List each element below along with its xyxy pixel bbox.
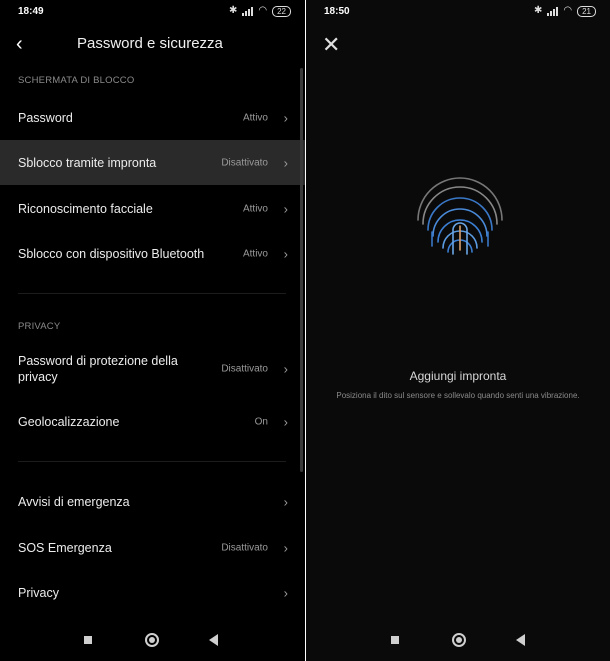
wifi-icon: ◠ (258, 5, 268, 16)
home-icon[interactable] (452, 633, 466, 647)
home-icon[interactable] (145, 633, 159, 647)
row-face-recognition[interactable]: Riconoscimento facciale Attivo › (0, 187, 305, 231)
row-password[interactable]: Password Attivo › (0, 96, 305, 140)
bluetooth-icon: ✱ (228, 5, 238, 16)
signal-icon (547, 6, 559, 16)
add-fingerprint-instructions: Posiziona il dito sul sensore e solleval… (336, 391, 580, 400)
chevron-right-icon: › (283, 155, 288, 170)
add-fingerprint-title: Aggiungi impronta (409, 369, 507, 383)
chevron-right-icon: › (283, 540, 288, 556)
row-value: Disattivato (221, 542, 268, 554)
navigation-bar (306, 625, 610, 661)
section-label-lock-screen: SCHERMATA DI BLOCCO (18, 75, 135, 86)
row-label: Riconoscimento facciale (18, 202, 153, 216)
row-label: Sblocco con dispositivo Bluetooth (18, 247, 205, 261)
close-icon[interactable]: ✕ (322, 32, 340, 58)
chevron-right-icon: › (283, 585, 288, 601)
row-fingerprint-unlock[interactable]: Sblocco tramite impronta Disattivato › (0, 140, 305, 185)
chevron-right-icon: › (283, 361, 288, 377)
back-icon[interactable]: ‹ (16, 33, 23, 56)
back-nav-icon[interactable] (516, 634, 525, 646)
fingerprint-icon (417, 177, 503, 255)
settings-screen: 18:49 ✱ ◠ 22 ‹ Password e sicurezza SCHE… (0, 0, 305, 661)
row-label: Geolocalizzazione (18, 415, 120, 429)
row-sos-emergency[interactable]: SOS Emergenza Disattivato › (0, 526, 305, 570)
row-label: Sblocco tramite impronta (18, 155, 157, 170)
row-label: Avvisi di emergenza (18, 495, 130, 509)
row-privacy-password[interactable]: Password di protezione della privacy Dis… (0, 346, 305, 392)
wifi-icon: ◠ (563, 5, 573, 16)
divider (18, 461, 286, 462)
chevron-right-icon: › (283, 110, 288, 126)
add-fingerprint-screen: 18:50 ✱ ◠ 21 ✕ Aggiungi impronta Posizio… (306, 0, 610, 661)
row-privacy[interactable]: Privacy › (0, 571, 305, 615)
divider (18, 293, 286, 294)
chevron-right-icon: › (283, 494, 288, 510)
row-emergency-alerts[interactable]: Avvisi di emergenza › (0, 480, 305, 524)
battery-indicator: 21 (577, 5, 596, 17)
row-value: Disattivato (221, 157, 268, 168)
row-value: Disattivato (221, 363, 268, 375)
battery-indicator: 22 (272, 5, 291, 17)
chevron-right-icon: › (283, 246, 288, 262)
status-bar: 18:50 ✱ ◠ 21 (306, 0, 610, 24)
row-label: Privacy (18, 586, 59, 600)
recents-icon[interactable] (84, 636, 92, 644)
navigation-bar (0, 625, 305, 661)
section-label-privacy: PRIVACY (18, 321, 61, 332)
scrollbar[interactable] (300, 68, 303, 472)
row-value: Attivo (242, 203, 268, 215)
row-value: On (254, 416, 268, 428)
back-nav-icon[interactable] (209, 634, 218, 646)
status-time: 18:50 (324, 6, 350, 17)
status-bar: 18:49 ✱ ◠ 22 (0, 0, 305, 24)
row-label: Password (18, 111, 73, 125)
bluetooth-icon: ✱ (533, 5, 543, 16)
row-geolocation[interactable]: Geolocalizzazione On › (0, 400, 305, 444)
row-label: Password di protezione della privacy (18, 354, 178, 384)
header: ‹ Password e sicurezza (0, 24, 305, 64)
signal-icon (242, 6, 254, 16)
row-label: SOS Emergenza (18, 541, 112, 555)
status-time: 18:49 (18, 6, 44, 17)
row-value: Attivo (242, 248, 268, 260)
page-title: Password e sicurezza (77, 35, 223, 52)
chevron-right-icon: › (283, 414, 288, 430)
recents-icon[interactable] (391, 636, 399, 644)
row-value: Attivo (242, 112, 268, 124)
chevron-right-icon: › (283, 201, 288, 217)
row-bluetooth-unlock[interactable]: Sblocco con dispositivo Bluetooth Attivo… (0, 232, 305, 276)
